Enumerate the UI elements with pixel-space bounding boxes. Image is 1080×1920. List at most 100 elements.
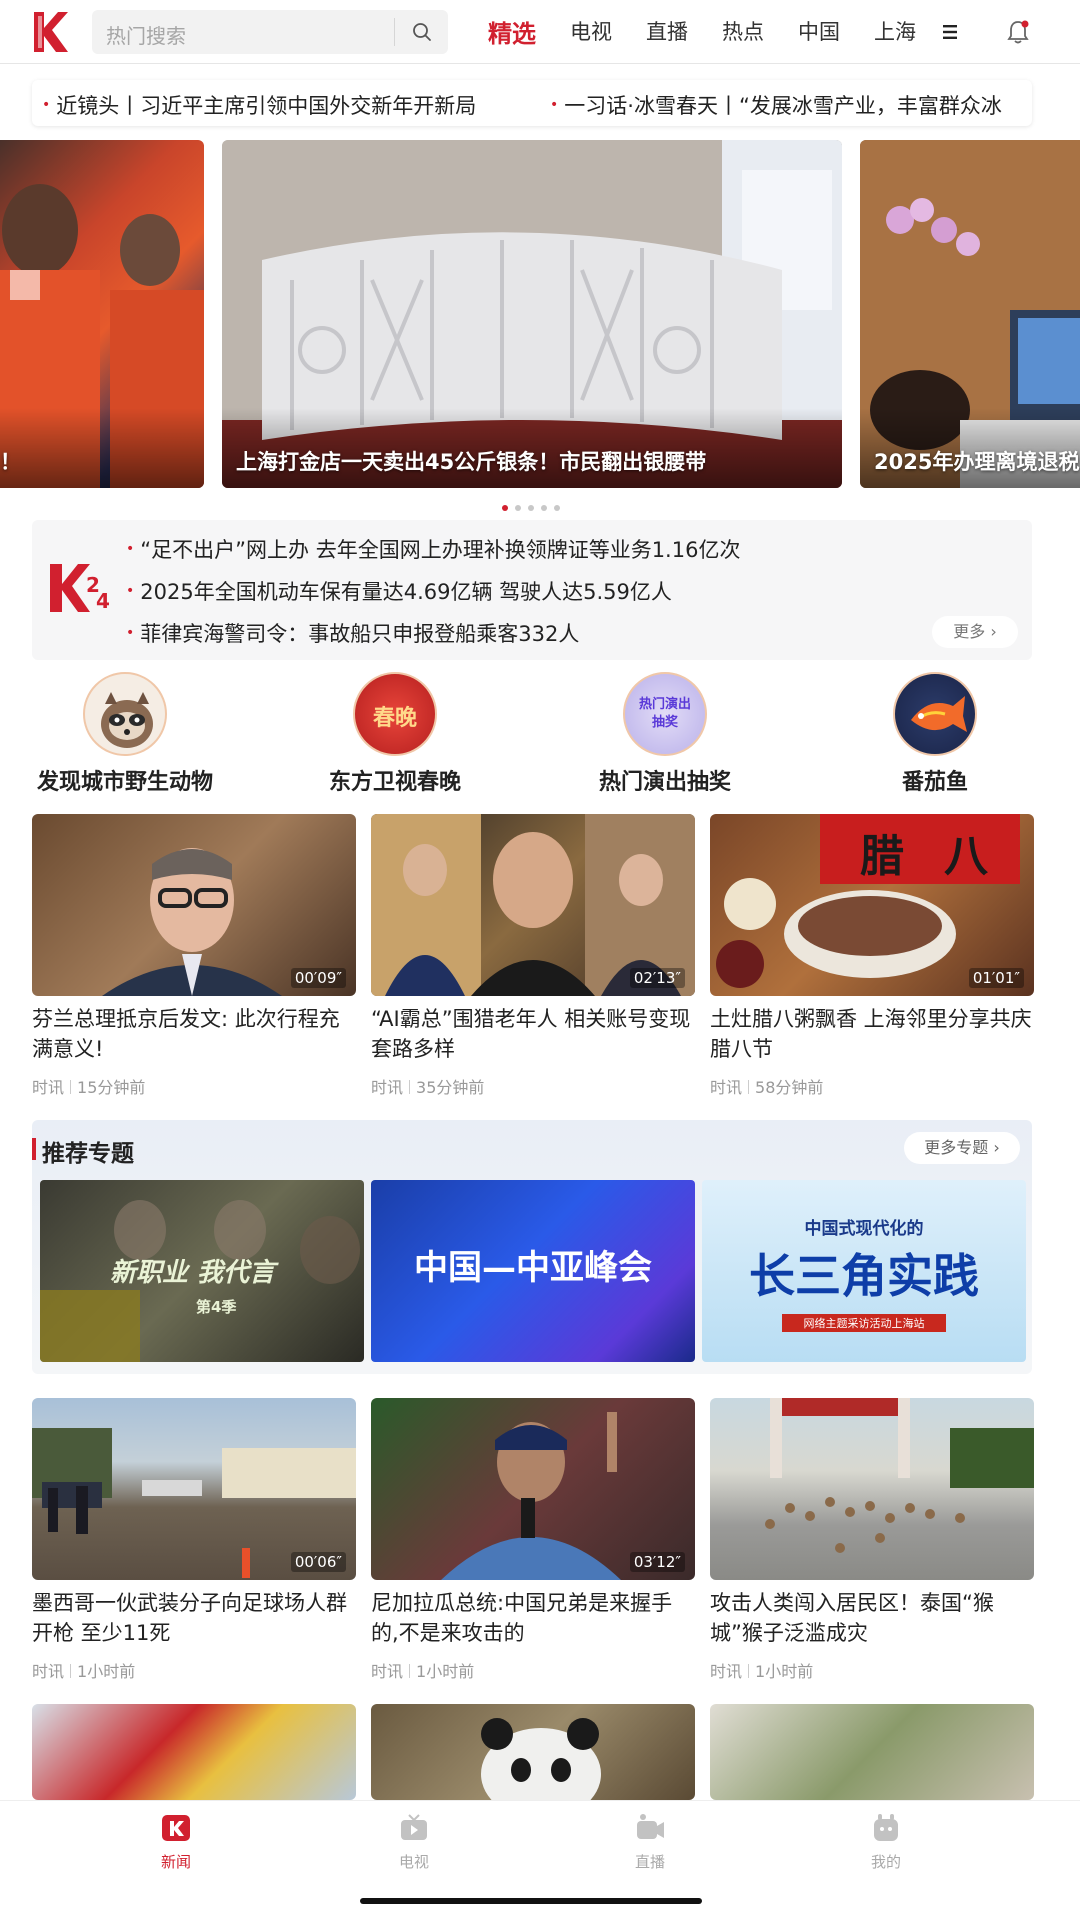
video-thumbnail[interactable]: [710, 1398, 1034, 1580]
carousel-dot[interactable]: [502, 505, 508, 511]
lottery-badge-text: 热门演出抽奖: [638, 697, 691, 730]
video-card[interactable]: 攻击人类闯入居民区！泰国“猴城”猴子泛滥成灾 时讯 1小时前: [710, 1398, 1034, 1682]
tab-hot[interactable]: 热点: [722, 16, 764, 46]
search-icon[interactable]: [410, 20, 434, 44]
nav-label: 我的: [870, 1853, 901, 1871]
section-title: 推荐专题: [42, 1141, 134, 1167]
video-card[interactable]: 00′06″ 墨西哥一伙武装分子向足球场人群开枪 至少11死 时讯 1小时前: [32, 1398, 356, 1682]
news-item[interactable]: • 2025年全国机动车保有量达4.69亿辆 驾驶人达5.59亿人: [126, 576, 672, 606]
notification-bell-icon[interactable]: [1004, 18, 1032, 46]
news-item-text: 菲律宾海警司令：事故船只申报登船乘客332人: [140, 622, 580, 646]
video-thumbnail[interactable]: 腊八 01′01″: [710, 814, 1034, 996]
banner-china-central-asia[interactable]: 中国—中亚峰会: [371, 1180, 695, 1362]
video-title[interactable]: 攻击人类闯入居民区！泰国“猴城”猴子泛滥成灾: [710, 1588, 1034, 1648]
monkey-city-image: [765, 1398, 1034, 1553]
profile-icon: [874, 1814, 898, 1841]
tab-tv[interactable]: 电视: [570, 16, 612, 46]
video-meta: 时讯 15分钟前: [32, 1074, 356, 1098]
video-title[interactable]: 尼加拉瓜总统:中国兄弟是来握手的,不是来攻击的: [371, 1588, 695, 1648]
nav-tv[interactable]: 电视: [354, 1813, 474, 1872]
carousel-dot[interactable]: [528, 505, 534, 511]
video-source: 时讯: [371, 1078, 404, 1097]
video-card[interactable]: 02′13″ “AI霸总”围猎老年人 相关账号变现套路多样 时讯 35分钟前: [371, 814, 695, 1098]
k24-logo-icon: 2 4: [50, 564, 110, 613]
nav-label: 直播: [634, 1853, 665, 1871]
video-card[interactable]: [32, 1704, 356, 1800]
carousel-dot[interactable]: [554, 505, 560, 511]
hero-carousel[interactable]: ！ 上海打金店一天卖出45公斤银条！市民翻出银腰带 2025年办理离境退税: [0, 140, 1080, 488]
section-marker: [32, 1138, 36, 1160]
video-title[interactable]: 土灶腊八粥飘香 上海邻里分享共庆腊八节: [710, 1004, 1034, 1064]
video-thumbnail[interactable]: 00′09″: [32, 814, 356, 996]
slide-caption: 上海打金店一天卖出45公斤银条！市民翻出银腰带: [236, 450, 707, 474]
tomato-fish-icon: [893, 672, 977, 756]
topic-dragon-tv-gala[interactable]: 春晚 东方卫视春晚: [270, 672, 520, 796]
recommended-topics-section: 推荐专题 更多专题 › 新职业 我代言 第4季 中国—中亚峰会 中国式现代化的 …: [32, 1120, 1032, 1374]
video-meta: 时讯 35分钟前: [371, 1074, 695, 1098]
video-source: 时讯: [32, 1078, 65, 1097]
panda-thumbnail[interactable]: [371, 1704, 695, 1800]
tab-china[interactable]: 中国: [798, 16, 840, 46]
outdoor-thumbnail[interactable]: [710, 1704, 1034, 1800]
news-item-text: 2025年全国机动车保有量达4.69亿辆 驾驶人达5.59亿人: [140, 580, 672, 604]
tab-live[interactable]: 直播: [646, 16, 688, 46]
meta-divider: [70, 1664, 72, 1678]
raccoon-icon: [83, 672, 167, 756]
carousel-slide-tax-refund[interactable]: 2025年办理离境退税: [860, 140, 1080, 488]
more-news-button[interactable]: 更多 ›: [932, 616, 1018, 648]
top-header: 热门搜索 精选 电视 直播 热点 中国 上海: [0, 0, 1080, 64]
video-thumbnail[interactable]: 03′12″: [371, 1398, 695, 1580]
topic-label: 东方卫视春晚: [328, 770, 461, 795]
bullet-icon: •: [42, 97, 51, 113]
news-icon: [162, 1815, 190, 1841]
banner-new-career[interactable]: 新职业 我代言 第4季: [40, 1180, 364, 1362]
carousel-dot[interactable]: [515, 505, 521, 511]
banner-yangtze-delta[interactable]: 中国式现代化的 长三角实践 网络主题采访活动上海站: [702, 1180, 1026, 1362]
video-card[interactable]: 00′09″ 芬兰总理抵京后发文: 此次行程充满意义! 时讯 15分钟前: [32, 814, 356, 1098]
video-card[interactable]: [371, 1704, 695, 1800]
video-card[interactable]: 腊八 01′01″ 土灶腊八粥飘香 上海邻里分享共庆腊八节 时讯 58分钟前: [710, 814, 1034, 1098]
video-time: 15分钟前: [77, 1078, 146, 1097]
app-logo-icon[interactable]: [30, 8, 70, 56]
video-meta: 时讯 1小时前: [371, 1658, 695, 1682]
news-item[interactable]: • 菲律宾海警司令：事故船只申报登船乘客332人: [126, 618, 579, 648]
topic-show-lottery[interactable]: 热门演出抽奖 热门演出抽奖: [540, 672, 790, 796]
search-bar[interactable]: 热门搜索: [92, 10, 448, 54]
banner-subtext: 网络主题采访活动上海站: [782, 1314, 946, 1332]
video-title[interactable]: “AI霸总”围猎老年人 相关账号变现套路多样: [371, 1004, 695, 1064]
carousel-slide-silver[interactable]: 上海打金店一天卖出45公斤银条！市民翻出银腰带: [222, 140, 842, 488]
carousel-slide-football[interactable]: ！: [0, 140, 204, 488]
ticker-item[interactable]: • 近镜头丨习近平主席引领中国外交新年开新局: [42, 90, 476, 120]
carousel-dot[interactable]: [541, 505, 547, 511]
spring-gala-icon: 春晚: [353, 672, 437, 756]
video-source: 时讯: [371, 1662, 404, 1681]
nav-live[interactable]: 直播: [590, 1813, 710, 1872]
ticker-item[interactable]: • 一习话·冰雪春天丨“发展冰雪产业，丰富群众冰: [550, 90, 1002, 120]
news-item[interactable]: • “足不出户”网上办 去年全国网上办理补换领牌证等业务1.16亿次: [126, 534, 740, 564]
nav-news[interactable]: 新闻: [116, 1813, 236, 1872]
video-thumbnail[interactable]: 00′06″: [32, 1398, 356, 1580]
video-title[interactable]: 芬兰总理抵京后发文: 此次行程充满意义!: [32, 1004, 356, 1064]
nav-profile[interactable]: 我的: [826, 1813, 946, 1872]
video-thumbnail[interactable]: 02′13″: [371, 814, 695, 996]
more-topics-button[interactable]: 更多专题 ›: [904, 1132, 1020, 1164]
panda-image: [481, 1718, 601, 1800]
video-title[interactable]: 墨西哥一伙武装分子向足球场人群开枪 至少11死: [32, 1588, 356, 1648]
video-duration: 01′01″: [968, 968, 1024, 988]
video-card[interactable]: 03′12″ 尼加拉瓜总统:中国兄弟是来握手的,不是来攻击的 时讯 1小时前: [371, 1398, 695, 1682]
menu-icon[interactable]: [938, 20, 962, 44]
lion-dance-thumbnail[interactable]: [32, 1704, 356, 1800]
video-time: 1小时前: [77, 1662, 136, 1681]
headline-ticker[interactable]: • 近镜头丨习近平主席引领中国外交新年开新局 • 一习话·冰雪春天丨“发展冰雪产业，…: [32, 80, 1032, 126]
topic-tomato-fish[interactable]: 番茄鱼: [810, 672, 1060, 796]
topic-label: 热门演出抽奖: [598, 770, 731, 795]
topic-wildlife[interactable]: 发现城市野生动物: [0, 672, 250, 796]
topic-label: 发现城市野生动物: [36, 770, 213, 795]
tab-featured[interactable]: 精选: [488, 14, 536, 49]
video-duration: 00′06″: [290, 1552, 346, 1572]
video-card[interactable]: [710, 1704, 1034, 1800]
video-source: 时讯: [710, 1078, 743, 1097]
video-time: 35分钟前: [416, 1078, 485, 1097]
tab-shanghai[interactable]: 上海: [874, 16, 916, 46]
home-indicator[interactable]: [360, 1898, 702, 1904]
